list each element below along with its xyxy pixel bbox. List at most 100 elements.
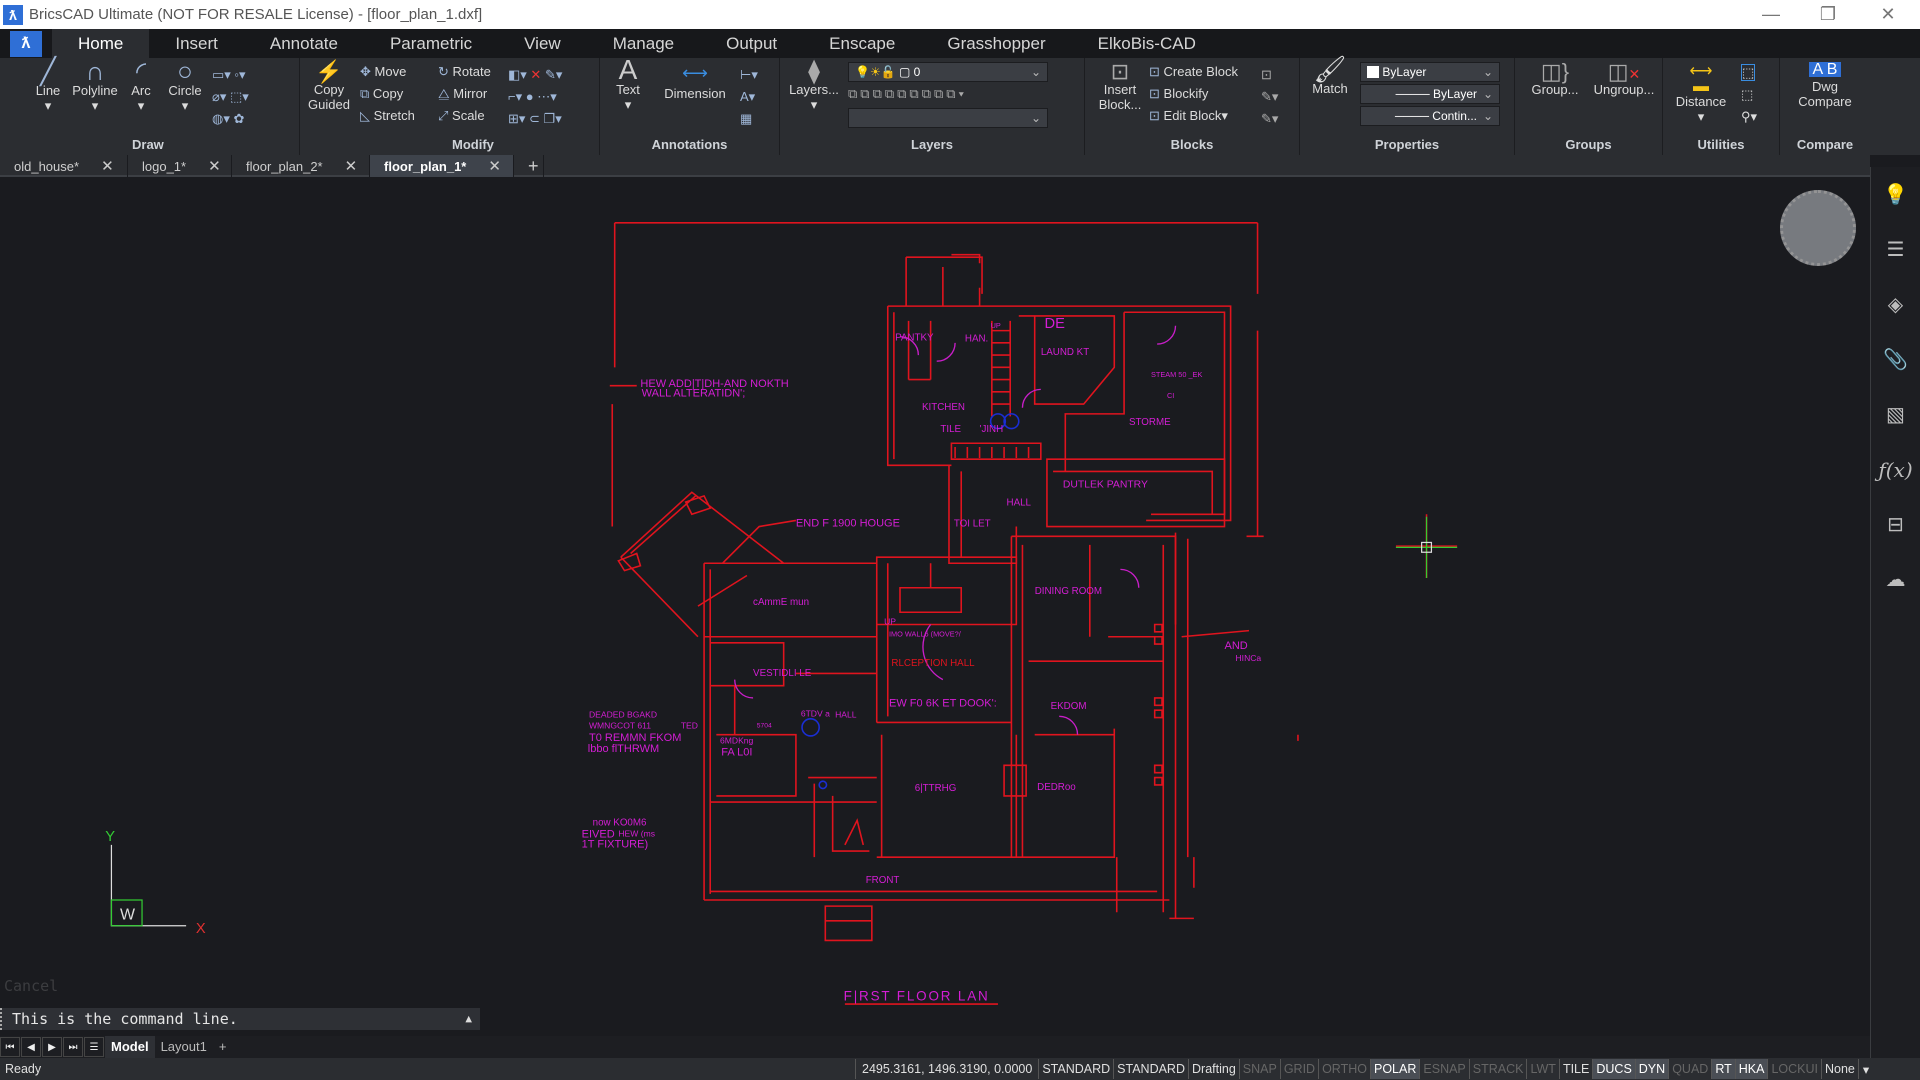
layer-dropdown[interactable]: 💡☀🔓 ▢ 0 ⌄ bbox=[848, 62, 1048, 82]
tab-manage[interactable]: Manage bbox=[587, 29, 700, 58]
status-toggle-quad[interactable]: QUAD bbox=[1669, 1059, 1713, 1079]
line-button[interactable]: ╱ Line ▾ bbox=[28, 58, 68, 113]
add-layout-button[interactable]: + bbox=[213, 1036, 233, 1058]
tab-home[interactable]: Home bbox=[52, 29, 150, 58]
polyline-button[interactable]: ∩ Polyline ▾ bbox=[70, 58, 120, 113]
status-toggle-hka[interactable]: HKA bbox=[1735, 1059, 1769, 1079]
draw-small-tools[interactable]: ▭▾ ◦▾ ⌀▾ ⬚▾ ◍▾ ✿ bbox=[212, 64, 249, 130]
tab-view[interactable]: View bbox=[498, 29, 587, 58]
tab-elkobis-cad[interactable]: ElkoBis-CAD bbox=[1072, 29, 1222, 58]
group-button[interactable]: ◫} Group... bbox=[1525, 61, 1585, 98]
insert-block-button[interactable]: ⊡ Insert Block... bbox=[1095, 59, 1145, 113]
status-toggle-grid[interactable]: GRID bbox=[1281, 1059, 1320, 1079]
scale-button[interactable]: ⤢ Scale bbox=[438, 108, 485, 124]
layer-state-dropdown[interactable]: ⌄ bbox=[848, 108, 1048, 128]
mirror-button[interactable]: ⧋ Mirror bbox=[438, 86, 487, 102]
status-toggle-standard[interactable]: STANDARD bbox=[1114, 1059, 1189, 1079]
status-menu-icon[interactable]: ▾ bbox=[1859, 1062, 1873, 1077]
match-button[interactable]: 🖌 Match bbox=[1308, 56, 1352, 96]
tab-grasshopper[interactable]: Grasshopper bbox=[921, 29, 1071, 58]
dwg-compare-button[interactable]: A B Dwg Compare bbox=[1786, 62, 1864, 110]
status-toggle-dyn[interactable]: DYN bbox=[1635, 1059, 1670, 1079]
minimize-button[interactable]: — bbox=[1743, 0, 1799, 29]
fx-icon[interactable]: ƒ(x) bbox=[1871, 442, 1920, 497]
close-button[interactable]: ✕ bbox=[1860, 0, 1916, 29]
status-toggle-esnap[interactable]: ESNAP bbox=[1420, 1059, 1470, 1079]
close-icon[interactable]: ✕ bbox=[101, 157, 114, 175]
circle-button[interactable]: ○ Circle ▾ bbox=[162, 58, 208, 113]
view-cube[interactable] bbox=[1780, 190, 1856, 266]
status-toggle-lockui[interactable]: LOCKUI bbox=[1768, 1059, 1822, 1079]
lightbulb-icon[interactable]: 💡 bbox=[1871, 167, 1920, 222]
doc-tab-old-house[interactable]: old_house* ✕ bbox=[0, 155, 128, 177]
coordinates-readout: 2495.3161, 1496.3190, 0.0000 bbox=[855, 1059, 1040, 1079]
status-toggle-ducs[interactable]: DUCS bbox=[1593, 1059, 1636, 1079]
status-toggle-standard[interactable]: STANDARD bbox=[1039, 1059, 1115, 1079]
tab-enscape[interactable]: Enscape bbox=[803, 29, 921, 58]
status-toggle-snap[interactable]: SNAP bbox=[1240, 1059, 1281, 1079]
cloud-upload-icon[interactable]: ☁ bbox=[1871, 552, 1920, 607]
tab-model[interactable]: Model bbox=[105, 1036, 155, 1058]
close-icon[interactable]: ✕ bbox=[345, 157, 358, 175]
arc-button[interactable]: ◜ Arc ▾ bbox=[124, 58, 158, 113]
status-toggle-drafting[interactable]: Drafting bbox=[1189, 1059, 1240, 1079]
block-small-tools[interactable]: ⊡ ✎▾ ✎▾ bbox=[1261, 64, 1278, 130]
command-line-input[interactable]: This is the command line. ▲ bbox=[0, 1008, 480, 1030]
tree-icon[interactable]: ⊟ bbox=[1871, 497, 1920, 552]
restore-button[interactable]: ❐ bbox=[1800, 0, 1856, 29]
distance-button[interactable]: ⟷ ▬ Distance ▾ bbox=[1671, 64, 1731, 125]
paperclip-icon[interactable]: 📎 bbox=[1871, 332, 1920, 387]
create-block-button[interactable]: ⊡ Create Block bbox=[1149, 64, 1238, 80]
tab-annotate[interactable]: Annotate bbox=[244, 29, 364, 58]
edit-block-button[interactable]: ⊡ Edit Block▾ bbox=[1149, 108, 1228, 124]
layer-tools-row[interactable]: ⧉⧉⧉⧉⧉⧉⧉⧉⧉▾ bbox=[848, 86, 967, 102]
move-button[interactable]: ✥ Move bbox=[360, 64, 406, 80]
status-toggle-rt[interactable]: RT bbox=[1712, 1059, 1736, 1079]
app-menu-button[interactable]: ƛ bbox=[10, 30, 42, 57]
text-button[interactable]: A Text ▾ bbox=[610, 56, 646, 113]
modify-small-tools[interactable]: ◧▾ ✕ ✎▾ ⌐▾ ● ⋯▾ ⊞▾ ⊂ ❐▾ bbox=[508, 64, 562, 130]
linetype-dropdown[interactable]: ──── Contin... ⌄ bbox=[1360, 106, 1500, 126]
new-tab-button[interactable]: + bbox=[514, 155, 544, 177]
last-layout-icon[interactable]: ⏭ bbox=[63, 1037, 83, 1057]
dimension-button[interactable]: ⟷ Dimension bbox=[660, 64, 730, 101]
rotate-button[interactable]: ↻ Rotate bbox=[438, 64, 491, 80]
status-toggle-ortho[interactable]: ORTHO bbox=[1319, 1059, 1371, 1079]
move-icon: ✥ bbox=[360, 64, 371, 79]
status-toggle-none[interactable]: None bbox=[1822, 1059, 1859, 1079]
sliders-icon[interactable]: ☰ bbox=[1871, 222, 1920, 277]
status-toggle-polar[interactable]: POLAR bbox=[1371, 1059, 1421, 1079]
annotation-small-tools[interactable]: ⊢▾ A▾ ▦ bbox=[740, 64, 758, 130]
status-toggle-strack[interactable]: STRACK bbox=[1470, 1059, 1528, 1079]
stretch-button[interactable]: ◺ Stretch bbox=[360, 108, 415, 124]
hatch-icon[interactable]: ▧ bbox=[1871, 387, 1920, 442]
tab-insert[interactable]: Insert bbox=[149, 29, 244, 58]
prev-layout-icon[interactable]: ◀ bbox=[21, 1037, 41, 1057]
copy-button[interactable]: ⧉ Copy bbox=[360, 86, 403, 102]
properties-panel-label: Properties bbox=[1374, 137, 1440, 152]
doc-tab-floor-plan-2[interactable]: floor_plan_2* ✕ bbox=[232, 155, 370, 177]
close-icon[interactable]: ✕ bbox=[488, 157, 501, 175]
lineweight-dropdown[interactable]: ──── ByLayer ⌄ bbox=[1360, 84, 1500, 104]
ungroup-button[interactable]: ◫✕ Ungroup... bbox=[1591, 61, 1657, 98]
close-icon[interactable]: ✕ bbox=[208, 157, 221, 175]
tab-output[interactable]: Output bbox=[700, 29, 803, 58]
doc-tab-logo-1[interactable]: logo_1* ✕ bbox=[128, 155, 232, 177]
utility-small-tools[interactable]: ⬚ ⬚ ⚲▾ bbox=[1741, 62, 1757, 128]
blockify-button[interactable]: ⊡ Blockify bbox=[1149, 86, 1208, 102]
doc-tab-floor-plan-1[interactable]: floor_plan_1* ✕ bbox=[370, 155, 514, 177]
insert-block-icon: ⊡ bbox=[1110, 59, 1130, 84]
next-layout-icon[interactable]: ▶ bbox=[42, 1037, 62, 1057]
color-dropdown[interactable]: ByLayer ⌄ bbox=[1360, 62, 1500, 82]
layout-list-icon[interactable]: ☰ bbox=[84, 1037, 104, 1057]
tab-parametric[interactable]: Parametric bbox=[364, 29, 498, 58]
status-toggle-lwt[interactable]: LWT bbox=[1527, 1059, 1560, 1079]
status-toggle-tile[interactable]: TILE bbox=[1560, 1059, 1594, 1079]
tab-layout1[interactable]: Layout1 bbox=[155, 1036, 213, 1058]
drawing-canvas[interactable] bbox=[0, 177, 1870, 1038]
layers-icon[interactable]: ◈ bbox=[1871, 277, 1920, 332]
copy-guided-button[interactable]: ⚡ Copy Guided bbox=[306, 61, 352, 113]
expand-up-icon[interactable]: ▲ bbox=[465, 1008, 472, 1030]
layers-button[interactable]: ⧫ Layers... ▾ bbox=[786, 60, 842, 113]
first-layout-icon[interactable]: ⏮ bbox=[0, 1037, 20, 1057]
